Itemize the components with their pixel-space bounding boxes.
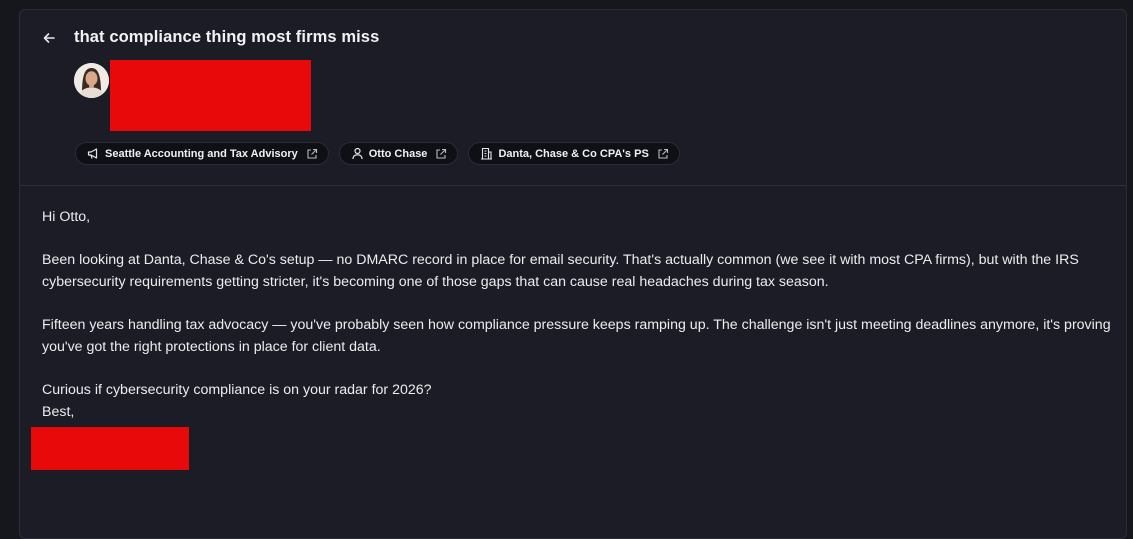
megaphone-icon: [87, 148, 98, 159]
chip-company-label: Danta, Chase & Co CPA's PS: [498, 147, 649, 160]
greeting: Hi Otto,: [42, 209, 91, 225]
external-link-icon: [436, 148, 447, 159]
email-header: that compliance thing most firms miss Se…: [20, 10, 1126, 186]
signoff: Best,: [42, 404, 75, 420]
body-paragraph-1: Been looking at Danta, Chase & Co's setu…: [42, 252, 1079, 290]
building-icon: [481, 147, 493, 160]
chip-contact[interactable]: Otto Chase: [338, 142, 459, 165]
external-link-icon: [658, 148, 668, 159]
email-body: Hi Otto, Been looking at Danta, Chase & …: [42, 206, 1117, 423]
arrow-left-icon: [43, 33, 55, 43]
external-link-icon: [307, 148, 317, 159]
email-panel: that compliance thing most firms miss Se…: [19, 9, 1127, 539]
context-chips: Seattle Accounting and Tax Advisory Otto…: [75, 142, 680, 165]
email-subject: that compliance thing most firms miss: [74, 28, 380, 46]
person-icon: [352, 147, 363, 160]
sender-redaction: [110, 60, 311, 131]
chip-campaign[interactable]: Seattle Accounting and Tax Advisory: [75, 142, 329, 165]
chip-contact-label: Otto Chase: [368, 147, 428, 160]
chip-campaign-label: Seattle Accounting and Tax Advisory: [105, 147, 298, 160]
closing-question: Curious if cybersecurity compliance is o…: [42, 382, 432, 398]
avatar: [74, 63, 109, 98]
body-paragraph-2: Fifteen years handling tax advocacy — yo…: [42, 317, 1111, 355]
chip-company[interactable]: Danta, Chase & Co CPA's PS: [468, 142, 680, 165]
back-button[interactable]: [39, 28, 59, 48]
signature-redaction: [31, 427, 189, 470]
